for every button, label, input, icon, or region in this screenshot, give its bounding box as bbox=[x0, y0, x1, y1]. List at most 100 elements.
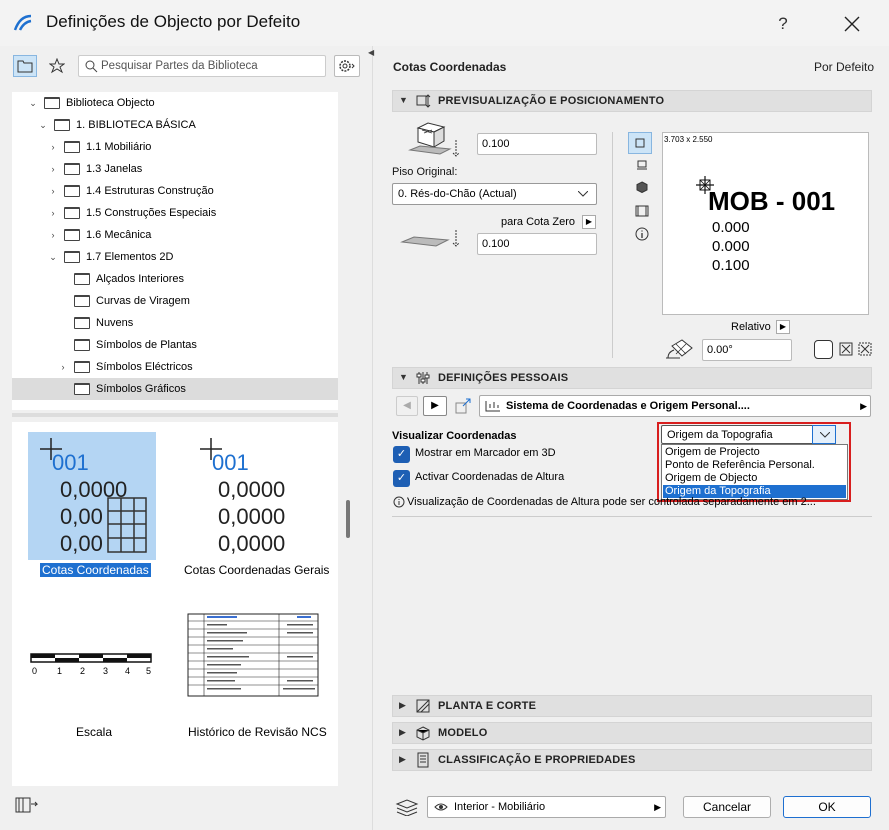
tree-item[interactable]: › 1.1 Mobiliário bbox=[12, 136, 338, 158]
info-icon bbox=[635, 227, 649, 241]
highlight-box bbox=[657, 422, 851, 502]
tree-item[interactable]: › 1.5 Construções Especiais bbox=[12, 202, 338, 224]
tree-item-label: Símbolos Gráficos bbox=[96, 383, 186, 395]
chevron-down-icon[interactable]: ⌄ bbox=[28, 92, 38, 114]
library-manager-button[interactable] bbox=[13, 794, 41, 818]
thumb-label[interactable]: Cotas Coordenadas bbox=[40, 563, 151, 577]
activate-height-checkbox[interactable]: ✓ bbox=[393, 470, 410, 487]
preview-canvas: 3.703 x 2.550 MOB - 001 0.000 0.000 0.10… bbox=[662, 132, 869, 315]
prev-page-button[interactable]: ◀ bbox=[396, 396, 418, 416]
mirror-button[interactable] bbox=[814, 340, 833, 359]
section-custom-settings[interactable]: ▼ DEFINIÇÕES PESSOAIS bbox=[392, 367, 872, 389]
folder-icon bbox=[64, 163, 80, 175]
tree-item-label: 1.1 Mobiliário bbox=[86, 141, 152, 153]
zero-elevation-field[interactable]: 0.100 bbox=[477, 233, 597, 255]
preview-line: 0.000 bbox=[712, 238, 750, 255]
section-classification[interactable]: ▶ CLASSIFICAÇÃO E PROPRIEDADES bbox=[392, 749, 872, 771]
folder-icon bbox=[74, 273, 90, 285]
mirror-x-icon[interactable] bbox=[839, 342, 853, 356]
tree-item-label: 1.6 Mecânica bbox=[86, 229, 152, 241]
tree-item[interactable]: › 1.4 Estruturas Construção bbox=[12, 180, 338, 202]
export-icon[interactable] bbox=[455, 398, 473, 414]
tree-item[interactable]: ⌄ 1.7 Elementos 2D bbox=[12, 246, 338, 268]
cube-icon bbox=[636, 181, 648, 194]
next-page-button[interactable]: ▶ bbox=[423, 396, 447, 416]
chevron-right-icon[interactable]: › bbox=[48, 202, 58, 224]
thumb-label[interactable]: Escala bbox=[76, 725, 112, 739]
folder-icon bbox=[64, 207, 80, 219]
help-button[interactable]: ? bbox=[765, 10, 801, 38]
scale-tick: 0 bbox=[32, 666, 38, 676]
view-3d-button[interactable] bbox=[630, 178, 654, 200]
coordinates-icon bbox=[485, 401, 500, 412]
search-input[interactable]: Pesquisar Partes da Biblioteca bbox=[78, 55, 326, 77]
square-icon bbox=[635, 138, 645, 148]
thumb-id: 001 bbox=[52, 450, 89, 475]
view-2d-button[interactable] bbox=[628, 132, 652, 154]
star-icon bbox=[48, 57, 66, 74]
relative-button[interactable]: ▶ bbox=[776, 320, 790, 334]
folder-icon bbox=[74, 361, 90, 373]
collapse-left-icon[interactable]: ◀ bbox=[368, 48, 374, 57]
ok-button[interactable]: OK bbox=[783, 796, 871, 818]
tree-item[interactable]: Símbolos Gráficos bbox=[12, 378, 338, 400]
thumb-label[interactable]: Cotas Coordenadas Gerais bbox=[184, 563, 329, 577]
folder-view-button[interactable] bbox=[13, 55, 37, 77]
visualize-label: Visualizar Coordenadas bbox=[392, 430, 517, 442]
cancel-button[interactable]: Cancelar bbox=[683, 796, 771, 818]
tree-item-label: Símbolos de Plantas bbox=[96, 339, 197, 351]
show-3d-checkbox[interactable]: ✓ bbox=[393, 446, 410, 463]
tree-item[interactable]: Símbolos de Plantas bbox=[12, 334, 338, 356]
eye-icon bbox=[434, 803, 448, 811]
tree-item[interactable]: Nuvens bbox=[12, 312, 338, 334]
section-plan-section[interactable]: ▶ PLANTA E CORTE bbox=[392, 695, 872, 717]
section-title: PLANTA E CORTE bbox=[438, 700, 537, 712]
object-name: Cotas Coordenadas bbox=[393, 60, 507, 74]
angle-field[interactable]: 0.00° bbox=[702, 339, 792, 361]
thumb-label[interactable]: Histórico de Revisão NCS bbox=[188, 725, 327, 739]
tree-item[interactable]: › 1.3 Janelas bbox=[12, 158, 338, 180]
chevron-down-icon[interactable]: ⌄ bbox=[48, 246, 58, 268]
folder-icon bbox=[74, 383, 90, 395]
chevron-down-icon[interactable]: ⌄ bbox=[38, 114, 48, 136]
show-3d-label: Mostrar em Marcador em 3D bbox=[415, 447, 556, 459]
thumb-scrollbar[interactable] bbox=[346, 500, 350, 538]
tree-item[interactable]: › 1.6 Mecânica bbox=[12, 224, 338, 246]
main-splitter[interactable] bbox=[372, 46, 373, 830]
tree-item[interactable]: Curvas de Viragem bbox=[12, 290, 338, 312]
tree-item-label: Nuvens bbox=[96, 317, 134, 329]
mirror-y-icon[interactable] bbox=[858, 342, 872, 356]
favorites-button[interactable] bbox=[45, 55, 69, 77]
to-zero-label: para Cota Zero bbox=[501, 216, 575, 228]
chevron-right-icon[interactable]: › bbox=[58, 356, 68, 378]
chevron-right-icon: ▶ bbox=[399, 700, 406, 710]
plan-section-icon bbox=[416, 699, 430, 713]
section-title: CLASSIFICAÇÃO E PROPRIEDADES bbox=[438, 754, 636, 766]
info-button[interactable] bbox=[630, 226, 654, 248]
view-section-button[interactable] bbox=[630, 202, 654, 224]
close-button[interactable] bbox=[834, 10, 870, 38]
section-model[interactable]: ▶ MODELO bbox=[392, 722, 872, 744]
to-zero-button[interactable]: ▶ bbox=[582, 215, 596, 229]
section-preview[interactable]: ▼ PREVISUALIZAÇÃO E POSICIONAMENTO bbox=[392, 90, 872, 112]
tree-item[interactable]: ⌄ Biblioteca Objecto bbox=[12, 92, 338, 114]
settings-button[interactable] bbox=[334, 55, 360, 77]
chevron-right-icon[interactable]: › bbox=[48, 180, 58, 202]
library-tree[interactable]: ⌄ Biblioteca Objecto ⌄ 1. BIBLIOTECA BÁS… bbox=[12, 92, 338, 410]
chevron-right-icon[interactable]: › bbox=[48, 224, 58, 246]
tree-item[interactable]: › Símbolos Eléctricos bbox=[12, 356, 338, 378]
home-story-dropdown[interactable]: 0. Rés-do-Chão (Actual) bbox=[392, 183, 597, 205]
tree-item[interactable]: Alçados Interiores bbox=[12, 268, 338, 290]
pane-splitter[interactable] bbox=[12, 413, 338, 417]
view-side-button[interactable] bbox=[630, 156, 654, 178]
custom-page-dropdown[interactable]: Sistema de Coordenadas e Origem Personal… bbox=[479, 395, 871, 417]
layer-dropdown[interactable]: Interior - Mobiliário ▶ bbox=[427, 796, 666, 818]
chevron-right-icon[interactable]: › bbox=[48, 136, 58, 158]
default-label: Por Defeito bbox=[814, 60, 875, 74]
tree-item[interactable]: ⌄ 1. BIBLIOTECA BÁSICA bbox=[12, 114, 338, 136]
separator bbox=[392, 516, 872, 517]
layer-value: Interior - Mobiliário bbox=[454, 801, 546, 813]
elevation-field[interactable]: 0.100 bbox=[477, 133, 597, 155]
chevron-right-icon[interactable]: › bbox=[48, 158, 58, 180]
chevron-right-icon: ▶ bbox=[860, 401, 867, 411]
